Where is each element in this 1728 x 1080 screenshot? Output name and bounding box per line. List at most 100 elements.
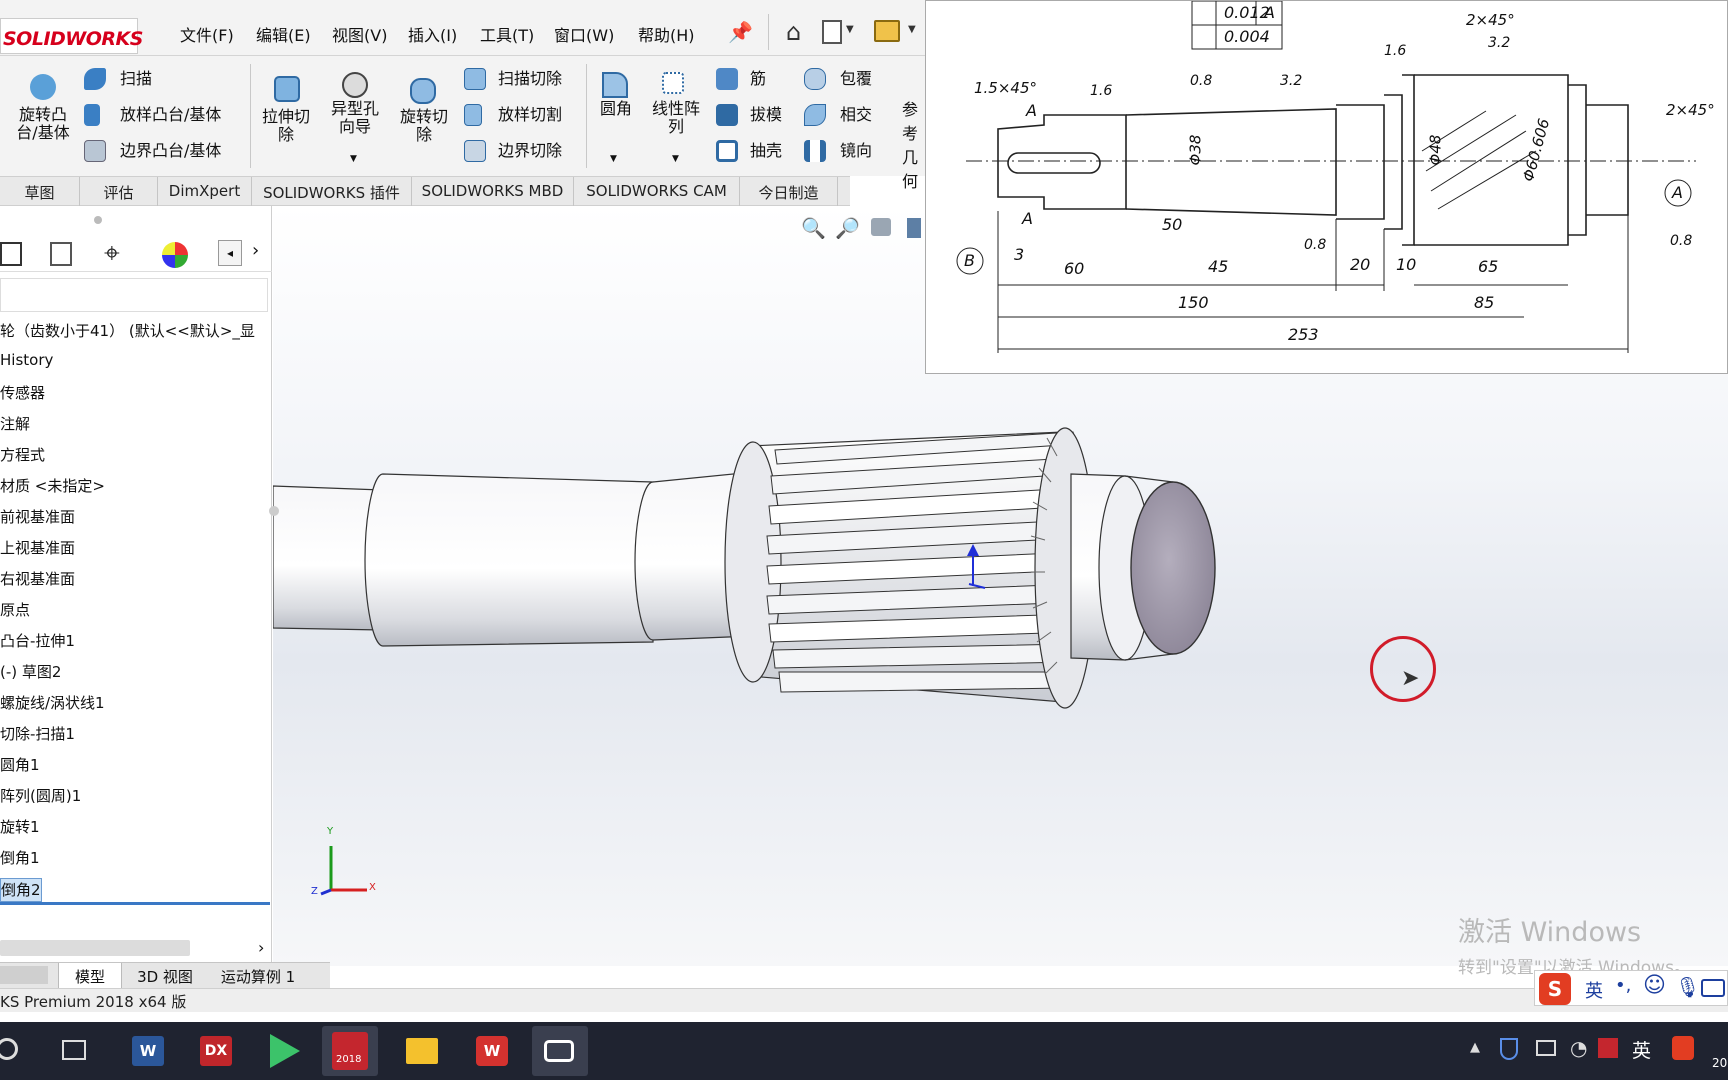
menu-window[interactable]: 窗口(W) [554,22,614,46]
tree-item-material[interactable]: 材质 <未指定> [0,475,105,499]
taskbar-solidworks-button[interactable]: 2018 [322,1026,378,1076]
defender-shield-icon[interactable] [1500,1038,1518,1060]
tray-overflow-icon[interactable]: ▲ [1470,1040,1480,1055]
solidworks-logo[interactable]: SOLIDWORKS [0,18,143,54]
tab-motion-study[interactable]: 运动算例 1 [208,966,308,987]
tree-item-chamfer1[interactable]: 倒角1 [0,847,40,871]
menu-edit[interactable]: 编辑(E) [256,22,311,46]
tab-solidworks-cam[interactable]: SOLIDWORKS CAM [574,177,740,206]
new-document-icon[interactable] [822,20,842,44]
home-icon[interactable]: ⌂ [786,18,801,46]
tab-sketch[interactable]: 草图 [0,177,80,206]
property-manager-icon[interactable] [50,242,72,266]
menu-insert[interactable]: 插入(I) [408,22,457,46]
tab-solidworks-addins[interactable]: SOLIDWORKS 插件 [252,177,412,206]
tree-item-cut-sweep1[interactable]: 切除-扫描1 [0,723,75,747]
chevron-down-icon[interactable]: ▼ [610,154,617,164]
open-folder-icon[interactable] [874,20,900,42]
boundary-cut-button[interactable]: 边界切除 [498,142,562,160]
tree-item-revolve1[interactable]: 旋转1 [0,816,40,840]
rollback-bar[interactable] [0,902,270,905]
chevron-down-icon[interactable]: ▼ [350,154,357,164]
tree-item-sketch2[interactable]: (-) 草图2 [0,661,61,685]
tree-item-fillet1[interactable]: 圆角1 [0,754,40,778]
tab-scroll-buttons[interactable] [0,966,48,984]
network-icon[interactable]: ◔ [1570,1036,1587,1060]
menu-tools[interactable]: 工具(T) [480,22,534,46]
tree-item-history[interactable]: History [0,351,53,375]
sogou-tray-icon[interactable] [1672,1036,1694,1060]
battery-icon[interactable] [1536,1040,1556,1056]
sogou-ime-icon[interactable]: S [1539,973,1571,1005]
taskbar-dx-button[interactable]: DX [188,1026,244,1076]
loft-boss-button[interactable]: 放样凸台/基体 [120,106,221,124]
tree-item-right-plane[interactable]: 右视基准面 [0,568,75,592]
tree-item-top-plane[interactable]: 上视基准面 [0,537,75,561]
emoji-icon[interactable]: ☺ [1643,973,1666,998]
linear-pattern-button[interactable]: 线性阵列 [646,100,706,136]
hole-wizard-button[interactable]: 异型孔向导 [326,100,384,136]
keyboard-icon[interactable] [1701,979,1725,997]
boundary-boss-button[interactable]: 边界凸台/基体 [120,142,221,160]
panel-grip[interactable] [94,216,102,224]
taskbar-word-button[interactable]: W [120,1026,176,1076]
horizontal-scrollbar[interactable] [0,940,190,956]
tree-item-sensors[interactable]: 传感器 [0,382,45,406]
sweep-cut-button[interactable]: 扫描切除 [498,70,562,88]
punctuation-icon[interactable]: •, [1615,975,1631,996]
taskbar-recorder-button[interactable] [532,1026,588,1076]
loft-cut-button[interactable]: 放样切割 [498,106,562,124]
draft-button[interactable]: 拔模 [750,106,782,124]
scroll-left-icon[interactable]: ◂ [218,240,242,266]
tree-root-part[interactable]: 轮（齿数小于41） (默认<<默认>_显 [0,320,255,344]
taskbar-wps-button[interactable]: W [464,1026,520,1076]
tree-item-equations[interactable]: 方程式 [0,444,45,468]
task-view-icon[interactable] [62,1040,86,1060]
splitter-handle[interactable] [269,506,279,516]
tab-solidworks-mbd[interactable]: SOLIDWORKS MBD [412,177,574,206]
tray-app-icon[interactable] [1598,1038,1618,1058]
menu-help[interactable]: 帮助(H) [638,22,695,46]
tree-item-origin[interactable]: 原点 [0,599,30,623]
revolve-boss-button[interactable]: 旋转凸台/基体 [12,106,74,142]
menu-view[interactable]: 视图(V) [332,22,387,46]
clock[interactable]: 20 [1712,1056,1727,1070]
tab-evaluate[interactable]: 评估 [80,177,158,206]
tray-language[interactable]: 英 [1632,1036,1651,1063]
tree-item-helix1[interactable]: 螺旋线/涡状线1 [0,692,105,716]
tab-model[interactable]: 模型 [58,963,122,989]
chevron-down-icon[interactable]: ▼ [908,24,916,35]
tree-item-circular-pattern1[interactable]: 阵列(圆周)1 [0,785,81,809]
rib-button[interactable]: 筋 [750,70,766,88]
revolve-cut-button[interactable]: 旋转切除 [396,108,452,144]
chevron-down-icon[interactable]: ▼ [846,24,854,35]
tree-item-annotations[interactable]: 注解 [0,413,30,437]
chevron-down-icon[interactable]: ▼ [672,154,679,164]
tree-item-chamfer2[interactable]: 倒角2 [0,878,42,902]
tree-item-front-plane[interactable]: 前视基准面 [0,506,75,530]
feature-tree-icon[interactable] [0,242,22,266]
pin-icon[interactable]: 📌 [728,20,753,44]
extrude-cut-button[interactable]: 拉伸切除 [258,108,314,144]
taskbar-explorer-button[interactable] [394,1026,450,1076]
chevron-right-icon[interactable]: › [258,938,264,957]
microphone-icon[interactable]: 🎙 [1675,975,1700,999]
tab-today-manufacturing[interactable]: 今日制造 [740,177,838,206]
ime-language-toggle[interactable]: 英 [1585,977,1603,1003]
mirror-button[interactable]: 镜向 [840,142,872,160]
appearance-icon[interactable] [162,242,188,268]
menu-file[interactable]: 文件(F) [180,22,234,46]
configuration-manager-icon[interactable]: ⌖ [104,238,120,268]
intersect-button[interactable]: 相交 [840,106,872,124]
search-icon[interactable] [0,1038,18,1060]
tab-dimxpert[interactable]: DimXpert [158,177,252,206]
tab-3d-views[interactable]: 3D 视图 [126,966,204,987]
chevron-right-icon[interactable]: › [252,240,259,261]
tree-item-boss-extrude1[interactable]: 凸台-拉伸1 [0,630,75,654]
wrap-button[interactable]: 包覆 [840,70,872,88]
sweep-button[interactable]: 扫描 [120,70,152,88]
shell-button[interactable]: 抽壳 [750,142,782,160]
filter-input[interactable] [0,278,268,312]
fillet-button[interactable]: 圆角 [596,100,636,118]
taskbar-player-button[interactable] [256,1026,312,1076]
